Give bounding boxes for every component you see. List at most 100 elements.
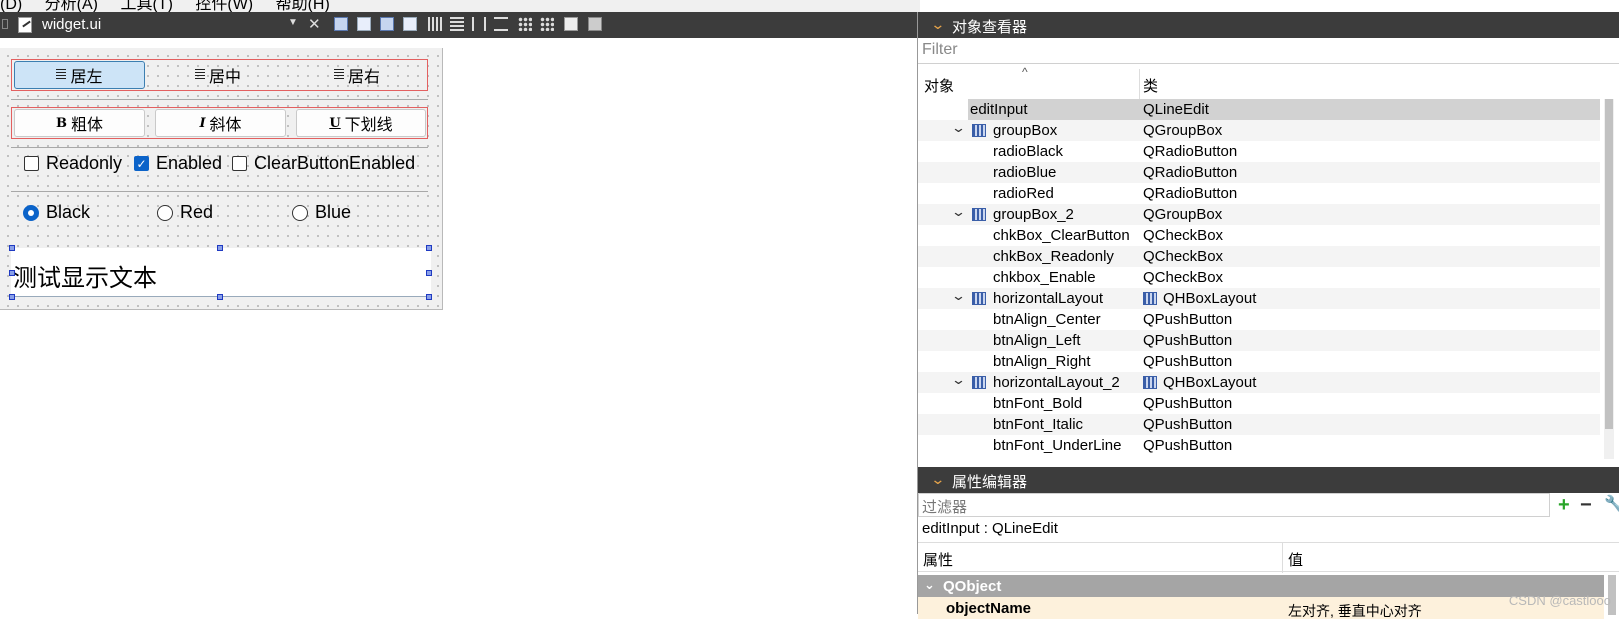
tree-row[interactable]: btnAlign_Right QPushButton xyxy=(918,351,1600,372)
property-value[interactable]: 左对齐, 垂直中心对齐 xyxy=(1288,601,1422,621)
tree-row[interactable]: btnFont_Bold QPushButton xyxy=(918,393,1600,414)
layout-vertical-icon[interactable] xyxy=(450,17,464,31)
object-tree-header: ^ 对象 类 xyxy=(918,65,1619,99)
menu-item-tools[interactable]: 工具(T) xyxy=(120,0,172,12)
resize-handle[interactable] xyxy=(426,245,432,251)
layout-vertical-splitter-icon[interactable] xyxy=(494,17,508,31)
expand-chevron-icon[interactable]: ⌄ xyxy=(951,372,966,388)
radio-icon[interactable] xyxy=(292,204,308,221)
object-class: QLineEdit xyxy=(1143,101,1209,118)
column-header-value[interactable]: 值 xyxy=(1288,549,1303,570)
tree-row[interactable]: radioRed QRadioButton xyxy=(918,183,1600,204)
layout-form-icon[interactable] xyxy=(518,17,532,31)
file-dropdown-icon[interactable]: ▼ xyxy=(288,17,298,28)
edit-input[interactable]: 测试显示文本 xyxy=(11,248,431,297)
property-group-qobject[interactable]: ⌄ QObject xyxy=(918,575,1604,597)
object-class: QPushButton xyxy=(1143,353,1233,370)
edit-buddies-icon[interactable] xyxy=(380,17,394,31)
enabled-checkbox[interactable]: ✓ Enabled xyxy=(134,153,222,174)
tree-row[interactable]: btnFont_Italic QPushButton xyxy=(918,414,1600,435)
object-tree-scrollbar[interactable] xyxy=(1604,99,1614,459)
resize-handle[interactable] xyxy=(9,270,15,276)
tree-row[interactable]: btnAlign_Center QPushButton xyxy=(918,309,1600,330)
adjust-size-icon[interactable] xyxy=(588,17,602,31)
radio-icon[interactable] xyxy=(157,204,173,221)
edit-signals-slots-icon[interactable] xyxy=(357,17,371,31)
radio-blue[interactable]: Blue xyxy=(292,202,351,223)
menu-item-d[interactable]: (D) xyxy=(0,0,22,12)
layout-horizontal-icon[interactable] xyxy=(428,17,442,31)
property-row-objectname[interactable]: objectName 左对齐, 垂直中心对齐 xyxy=(918,597,1604,619)
tree-row[interactable]: btnFont_UnderLine QPushButton xyxy=(918,435,1600,456)
form-canvas[interactable]: 居左 居中 居右 B 粗体 I 斜体 U 下划线 Readonly ✓ Enab… xyxy=(0,48,443,310)
add-dynamic-property-icon[interactable]: + xyxy=(1558,495,1570,515)
selection-highlight xyxy=(968,99,1600,120)
collapse-chevron-icon[interactable]: ⌄ xyxy=(930,471,945,488)
align-center-button[interactable]: 居中 xyxy=(152,61,284,89)
resize-handle[interactable] xyxy=(9,245,15,251)
enabled-label: Enabled xyxy=(156,153,223,173)
bold-button[interactable]: B 粗体 xyxy=(14,109,145,137)
italic-button[interactable]: I 斜体 xyxy=(155,109,286,137)
layout-icon xyxy=(972,292,986,305)
radio-selected-icon[interactable] xyxy=(23,204,39,221)
resize-handle[interactable] xyxy=(9,294,15,300)
property-editor-title-bar[interactable]: ⌄ 属性编辑器 xyxy=(918,467,1619,493)
sort-ascending-icon[interactable]: ^ xyxy=(1022,65,1028,79)
radio-red[interactable]: Red xyxy=(157,202,213,223)
object-inspector-title-bar[interactable]: ⌄ 对象查看器 xyxy=(918,12,1619,38)
tree-row[interactable]: chkbox_Enable QCheckBox xyxy=(918,267,1600,288)
checkbox-box[interactable] xyxy=(232,156,247,171)
file-title[interactable]: widget.ui xyxy=(42,16,101,33)
column-header-object[interactable]: 对象 xyxy=(924,75,954,96)
remove-dynamic-property-icon[interactable]: − xyxy=(1580,495,1592,515)
expand-chevron-icon[interactable]: ⌄ xyxy=(951,288,966,304)
column-header-property[interactable]: 属性 xyxy=(923,549,953,570)
clear-button-enabled-checkbox[interactable]: ClearButtonEnabled xyxy=(232,153,415,174)
tree-row[interactable]: editInput QLineEdit xyxy=(918,99,1600,120)
menu-item-help[interactable]: 帮助(H) xyxy=(276,0,330,12)
tree-row[interactable]: btnAlign_Left QPushButton xyxy=(918,330,1600,351)
column-divider[interactable] xyxy=(1282,543,1283,573)
column-divider[interactable] xyxy=(1139,69,1140,99)
close-file-icon[interactable]: ✕ xyxy=(308,15,321,33)
align-right-button[interactable]: 居右 xyxy=(290,61,424,89)
align-left-button[interactable]: 居左 xyxy=(14,61,145,89)
tree-row[interactable]: chkBox_ClearButton QCheckBox xyxy=(918,225,1600,246)
resize-handle[interactable] xyxy=(426,294,432,300)
layout-icon xyxy=(972,376,986,389)
edit-tab-order-icon[interactable] xyxy=(403,17,417,31)
expand-chevron-icon[interactable]: ⌄ xyxy=(951,204,966,220)
object-filter-input[interactable]: Filter xyxy=(918,38,1619,64)
resize-handle[interactable] xyxy=(426,270,432,276)
collapse-chevron-icon[interactable]: ⌄ xyxy=(930,16,945,33)
layout-horizontal-splitter-icon[interactable] xyxy=(472,17,486,31)
radio-black[interactable]: Black xyxy=(23,202,90,223)
layout-grid-icon[interactable] xyxy=(540,17,554,31)
property-filter-input[interactable]: 过滤器 xyxy=(918,493,1550,517)
tree-row[interactable]: ⌄ groupBox_2 QGroupBox xyxy=(918,204,1600,225)
underline-button[interactable]: U 下划线 xyxy=(296,109,426,137)
menu-item-analyze[interactable]: 分析(A) xyxy=(45,0,98,12)
menu-item-widgets[interactable]: 控件(W) xyxy=(195,0,253,12)
object-name: horizontalLayout xyxy=(993,290,1104,307)
scrollbar-thumb[interactable] xyxy=(1605,99,1613,429)
checkmark-icon[interactable]: ✓ xyxy=(134,156,149,171)
checkbox-box[interactable] xyxy=(24,156,39,171)
tree-row[interactable]: radioBlack QRadioButton xyxy=(918,141,1600,162)
expand-chevron-icon[interactable]: ⌄ xyxy=(951,120,966,136)
edit-input-text: 测试显示文本 xyxy=(13,265,157,292)
configure-wrench-icon[interactable]: 🔧 xyxy=(1604,495,1619,515)
tree-row[interactable]: ⌄ horizontalLayout_2 QHBoxLayout xyxy=(918,372,1600,393)
tree-row[interactable]: ⌄ groupBox QGroupBox xyxy=(918,120,1600,141)
resize-handle[interactable] xyxy=(217,245,223,251)
resize-handle[interactable] xyxy=(217,294,223,300)
edit-widgets-icon[interactable] xyxy=(334,17,348,31)
tree-row[interactable]: chkBox_Readonly QCheckBox xyxy=(918,246,1600,267)
expand-chevron-icon[interactable]: ⌄ xyxy=(924,577,935,593)
tree-row[interactable]: radioBlue QRadioButton xyxy=(918,162,1600,183)
break-layout-icon[interactable] xyxy=(564,17,578,31)
readonly-checkbox[interactable]: Readonly xyxy=(24,153,122,174)
tree-row[interactable]: ⌄ horizontalLayout QHBoxLayout xyxy=(918,288,1600,309)
column-header-class[interactable]: 类 xyxy=(1143,75,1158,96)
